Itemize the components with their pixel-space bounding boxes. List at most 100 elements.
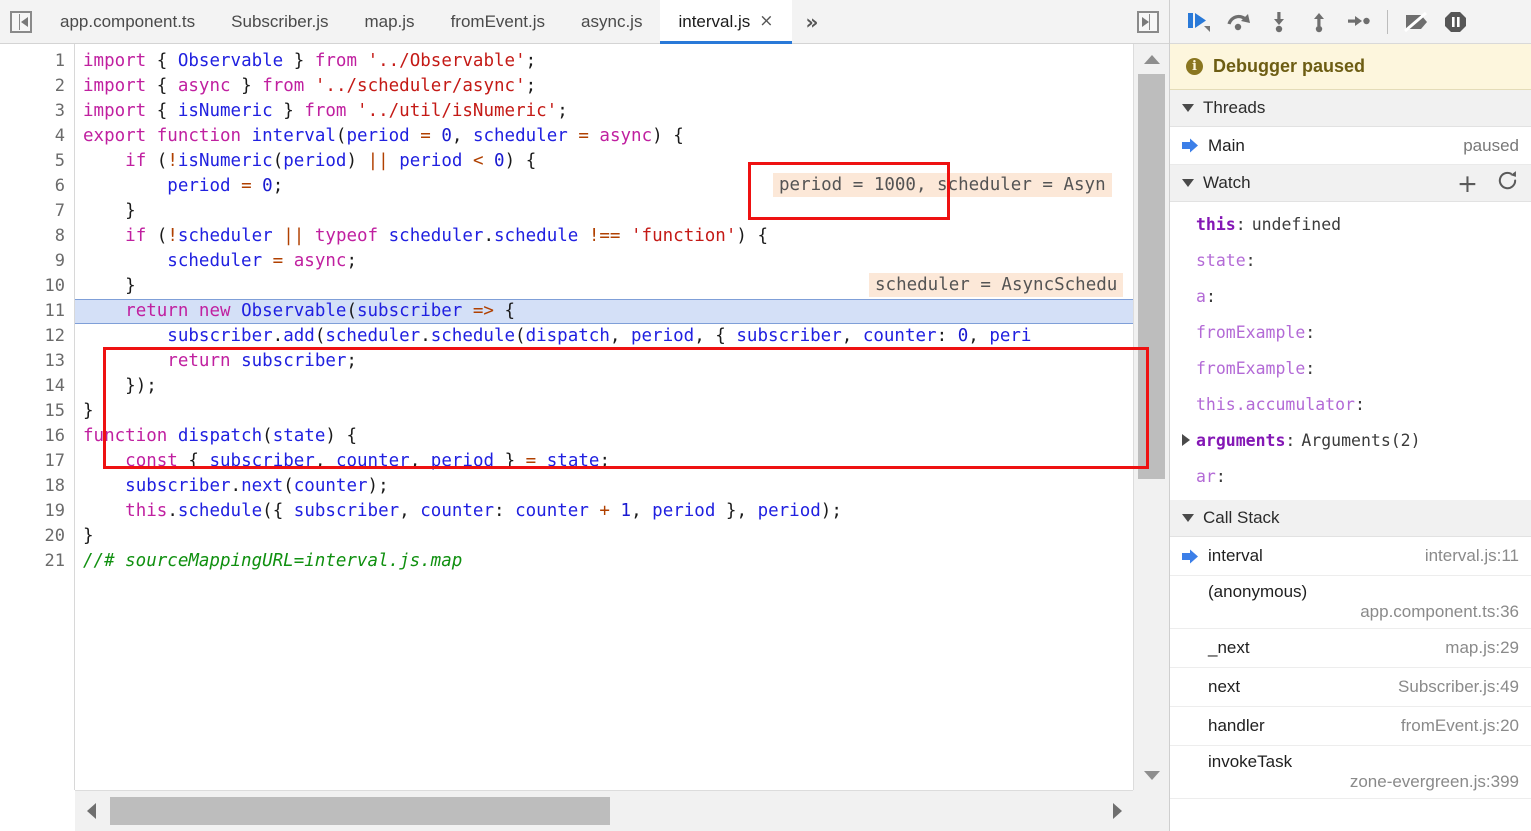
step-over-button[interactable]: [1220, 5, 1258, 39]
code-line[interactable]: this.schedule({ subscriber, counter: cou…: [75, 499, 1133, 524]
watch-row[interactable]: fromExample:: [1170, 350, 1531, 386]
close-icon[interactable]: ×: [759, 13, 773, 30]
line-number[interactable]: 17: [0, 449, 74, 474]
code-line[interactable]: }: [75, 199, 1133, 224]
line-number[interactable]: 19: [0, 499, 74, 524]
expand-triangle-icon[interactable]: [1182, 434, 1190, 446]
line-number[interactable]: 18: [0, 474, 74, 499]
refresh-watch-button[interactable]: [1496, 169, 1519, 197]
line-number[interactable]: 15: [0, 399, 74, 424]
tab-Subscriber-js[interactable]: Subscriber.js: [213, 0, 346, 43]
tab-map-js[interactable]: map.js: [346, 0, 432, 43]
code-line[interactable]: const { subscriber, counter, period } = …: [75, 449, 1133, 474]
code-line[interactable]: }: [75, 524, 1133, 549]
threads-section-header[interactable]: Threads: [1170, 90, 1531, 127]
watch-row[interactable]: a:: [1170, 278, 1531, 314]
tab-label: Subscriber.js: [231, 11, 329, 31]
step-out-icon: [1314, 12, 1324, 32]
line-number[interactable]: 2: [0, 74, 74, 99]
tab-fromEvent-js[interactable]: fromEvent.js: [433, 0, 563, 43]
scroll-up-button[interactable]: [1134, 44, 1169, 74]
tab-overflow-button[interactable]: »: [792, 0, 833, 43]
thread-name: Main: [1208, 135, 1245, 155]
call-stack-list: interval interval.js:11 (anonymous) app.com…: [1170, 537, 1531, 799]
current-frame-arrow-icon: [1182, 549, 1198, 563]
code-line[interactable]: import { Observable } from '../Observabl…: [75, 49, 1133, 74]
line-number-gutter: 1 2 3 4 5 6 7 8 9 10 11 12 13 14 15 16 17 18 19 20 21: [0, 44, 75, 790]
scroll-tabs-right-button[interactable]: [1127, 0, 1169, 43]
code-line[interactable]: subscriber.next(counter);: [75, 474, 1133, 499]
vertical-scrollbar-thumb[interactable]: [1138, 74, 1165, 479]
line-number[interactable]: 8: [0, 224, 74, 249]
horizontal-scrollbar[interactable]: [75, 790, 1133, 831]
code-line[interactable]: return new Observable(subscriber => {: [75, 299, 1133, 324]
deactivate-breakpoints-button[interactable]: [1397, 5, 1435, 39]
call-stack-row[interactable]: _next map.js:29: [1170, 629, 1531, 668]
line-number[interactable]: 12: [0, 324, 74, 349]
tab-async-js[interactable]: async.js: [563, 0, 660, 43]
threads-title: Threads: [1203, 98, 1266, 117]
watch-row[interactable]: ar:: [1170, 458, 1531, 494]
pause-on-exceptions-button[interactable]: [1437, 5, 1475, 39]
step-out-button[interactable]: [1300, 5, 1338, 39]
code-line[interactable]: scheduler = async;: [75, 249, 1133, 274]
tab-app-component-ts[interactable]: app.component.ts: [42, 0, 213, 43]
source-code[interactable]: import { Observable } from '../Observabl…: [75, 44, 1133, 790]
watch-row[interactable]: arguments: Arguments(2): [1170, 422, 1531, 458]
line-number[interactable]: 6: [0, 174, 74, 199]
scroll-left-button[interactable]: [75, 791, 107, 831]
watch-row[interactable]: fromExample:: [1170, 314, 1531, 350]
vertical-scrollbar[interactable]: [1133, 44, 1169, 790]
watch-row[interactable]: this: undefined: [1170, 206, 1531, 242]
watch-expression-name: fromExample: [1196, 358, 1306, 378]
code-line[interactable]: function dispatch(state) {: [75, 424, 1133, 449]
thread-row[interactable]: Main paused: [1170, 127, 1531, 165]
code-line[interactable]: //# sourceMappingURL=interval.js.map: [75, 549, 1133, 574]
step-button[interactable]: [1340, 5, 1378, 39]
tab-interval-js[interactable]: interval.js ×: [660, 0, 792, 44]
code-line[interactable]: import { async } from '../scheduler/asyn…: [75, 74, 1133, 99]
watch-section-header[interactable]: Watch +: [1170, 165, 1531, 202]
code-line[interactable]: if (!scheduler || typeof scheduler.sched…: [75, 224, 1133, 249]
call-stack-row[interactable]: next Subscriber.js:49: [1170, 668, 1531, 707]
resume-button[interactable]: [1180, 5, 1218, 39]
line-number[interactable]: 1: [0, 49, 74, 74]
line-number[interactable]: 13: [0, 349, 74, 374]
scroll-right-button[interactable]: [1101, 791, 1133, 831]
call-stack-row[interactable]: (anonymous) app.component.ts:36: [1170, 576, 1531, 629]
scroll-tabs-left-button[interactable]: [0, 0, 42, 43]
code-line[interactable]: import { isNumeric } from '../util/isNum…: [75, 99, 1133, 124]
line-number[interactable]: 14: [0, 374, 74, 399]
debugger-pane: i Debugger paused Threads Main paused Wat…: [1170, 0, 1531, 831]
code-line[interactable]: });: [75, 374, 1133, 399]
tab-label: async.js: [581, 11, 643, 31]
call-stack-section-header[interactable]: Call Stack: [1170, 500, 1531, 537]
line-number[interactable]: 9: [0, 249, 74, 274]
code-viewport[interactable]: 1 2 3 4 5 6 7 8 9 10 11 12 13 14 15 16 17 18 19 20 21 import…: [0, 44, 1133, 790]
line-number[interactable]: 21: [0, 549, 74, 574]
line-number[interactable]: 4: [0, 124, 74, 149]
code-line[interactable]: subscriber.add(scheduler.schedule(dispat…: [75, 324, 1133, 349]
code-line[interactable]: if (!isNumeric(period) || period < 0) {: [75, 149, 1133, 174]
code-line[interactable]: export function interval(period = 0, sch…: [75, 124, 1133, 149]
tab-label: fromEvent.js: [450, 11, 546, 31]
line-number[interactable]: 7: [0, 199, 74, 224]
line-number[interactable]: 10: [0, 274, 74, 299]
horizontal-scrollbar-thumb[interactable]: [110, 797, 610, 825]
call-stack-row[interactable]: handler fromEvent.js:20: [1170, 707, 1531, 746]
line-number[interactable]: 11: [0, 299, 74, 324]
code-line[interactable]: }: [75, 399, 1133, 424]
call-stack-row[interactable]: interval interval.js:11: [1170, 537, 1531, 576]
line-number[interactable]: 16: [0, 424, 74, 449]
line-number[interactable]: 3: [0, 99, 74, 124]
add-watch-button[interactable]: +: [1457, 171, 1478, 196]
step-into-button[interactable]: [1260, 5, 1298, 39]
refresh-icon: [1498, 171, 1517, 190]
watch-row[interactable]: this.accumulator:: [1170, 386, 1531, 422]
call-stack-row[interactable]: invokeTask zone-evergreen.js:399: [1170, 746, 1531, 799]
watch-row[interactable]: state:: [1170, 242, 1531, 278]
code-line[interactable]: return subscriber;: [75, 349, 1133, 374]
line-number[interactable]: 20: [0, 524, 74, 549]
scroll-down-button[interactable]: [1134, 760, 1169, 790]
line-number[interactable]: 5: [0, 149, 74, 174]
